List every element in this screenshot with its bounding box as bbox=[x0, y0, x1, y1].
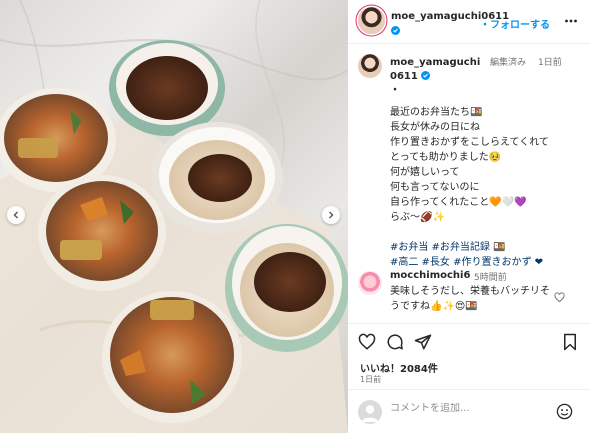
comment-bubble-icon[interactable] bbox=[386, 333, 404, 351]
comment-input[interactable] bbox=[390, 403, 540, 414]
bento-photo bbox=[0, 0, 348, 433]
chevron-left-icon bbox=[13, 211, 18, 219]
caption-line: 作り置きおかずをこしらえてくれて bbox=[390, 137, 549, 148]
caption-line: 自ら作ってくれたこと🧡🤍💜 bbox=[390, 197, 527, 208]
post-photo bbox=[0, 0, 348, 433]
author-avatar[interactable] bbox=[358, 7, 385, 34]
verified-badge-icon bbox=[421, 71, 431, 80]
post-timestamp[interactable]: 1日前 bbox=[360, 374, 381, 385]
caption-line: 何も言ってないのに bbox=[390, 182, 480, 193]
verified-badge-icon bbox=[391, 26, 400, 35]
current-user-avatar bbox=[358, 400, 382, 424]
caption-line: 長女が休みの日にね bbox=[390, 122, 480, 133]
edited-label: 編集済み bbox=[490, 58, 527, 68]
comment-timestamp[interactable]: 5時間前 bbox=[474, 270, 507, 283]
bookmark-icon[interactable] bbox=[562, 333, 578, 351]
comment-like-heart-icon[interactable] bbox=[554, 292, 565, 303]
caption-line: とっても助かりました🥹 bbox=[390, 152, 502, 163]
caption-author-avatar[interactable] bbox=[358, 54, 382, 78]
post-detail-pane: moe_yamaguchi0611 ・フォローする moe_yamaguchi0… bbox=[348, 0, 590, 433]
caption-line: 最近のお弁当たち🍱 bbox=[390, 107, 483, 118]
caption-text: 最近のお弁当たち🍱 長女が休みの日にね 作り置きおかずをこしらえてくれて とって… bbox=[390, 105, 580, 270]
comments-scroll-area[interactable]: moe_yamaguchi0611 ・ 編集済み 1日前 最近のお弁当たち🍱 長… bbox=[348, 45, 590, 323]
share-paper-plane-icon[interactable] bbox=[414, 333, 432, 351]
caption-author-username[interactable]: moe_yamaguchi0611 bbox=[390, 57, 480, 82]
comment-text: 美味しそうだし、栄養もバッチリそうですね👍✨😍🍱 bbox=[390, 286, 550, 312]
previous-photo-button[interactable] bbox=[7, 206, 25, 224]
comment-item: mocchimochi6 5時間前 美味しそうだし、栄養もバッチリそうですね👍✨… bbox=[348, 267, 590, 323]
caption-line: らぶ〜🏈✨ bbox=[390, 212, 445, 223]
hashtag-line[interactable]: #お弁当 #お弁当記録 🍱 bbox=[390, 240, 580, 255]
post-actions: いいね！2084件 1日前 bbox=[348, 323, 590, 385]
caption-author-username-row[interactable]: moe_yamaguchi0611 ・ bbox=[390, 56, 486, 98]
commenter-avatar[interactable] bbox=[358, 271, 382, 295]
caption-timestamp[interactable]: 1日前 bbox=[538, 56, 574, 70]
likes-count[interactable]: いいね！2084件 bbox=[360, 360, 438, 375]
more-horizontal-icon[interactable] bbox=[564, 14, 578, 28]
like-heart-icon[interactable] bbox=[358, 333, 376, 351]
caption-line: 何が嬉しいって bbox=[390, 167, 460, 178]
commenter-username[interactable]: mocchimochi6 bbox=[390, 270, 470, 281]
post-header: moe_yamaguchi0611 ・フォローする bbox=[348, 0, 590, 44]
caption-separator: ・ bbox=[390, 85, 400, 96]
default-profile-icon bbox=[361, 405, 379, 422]
add-comment-bar bbox=[348, 389, 590, 433]
emoji-icon[interactable] bbox=[556, 403, 573, 420]
follow-button[interactable]: ・フォローする bbox=[480, 16, 550, 31]
chevron-right-icon bbox=[329, 211, 334, 219]
next-photo-button[interactable] bbox=[322, 206, 340, 224]
